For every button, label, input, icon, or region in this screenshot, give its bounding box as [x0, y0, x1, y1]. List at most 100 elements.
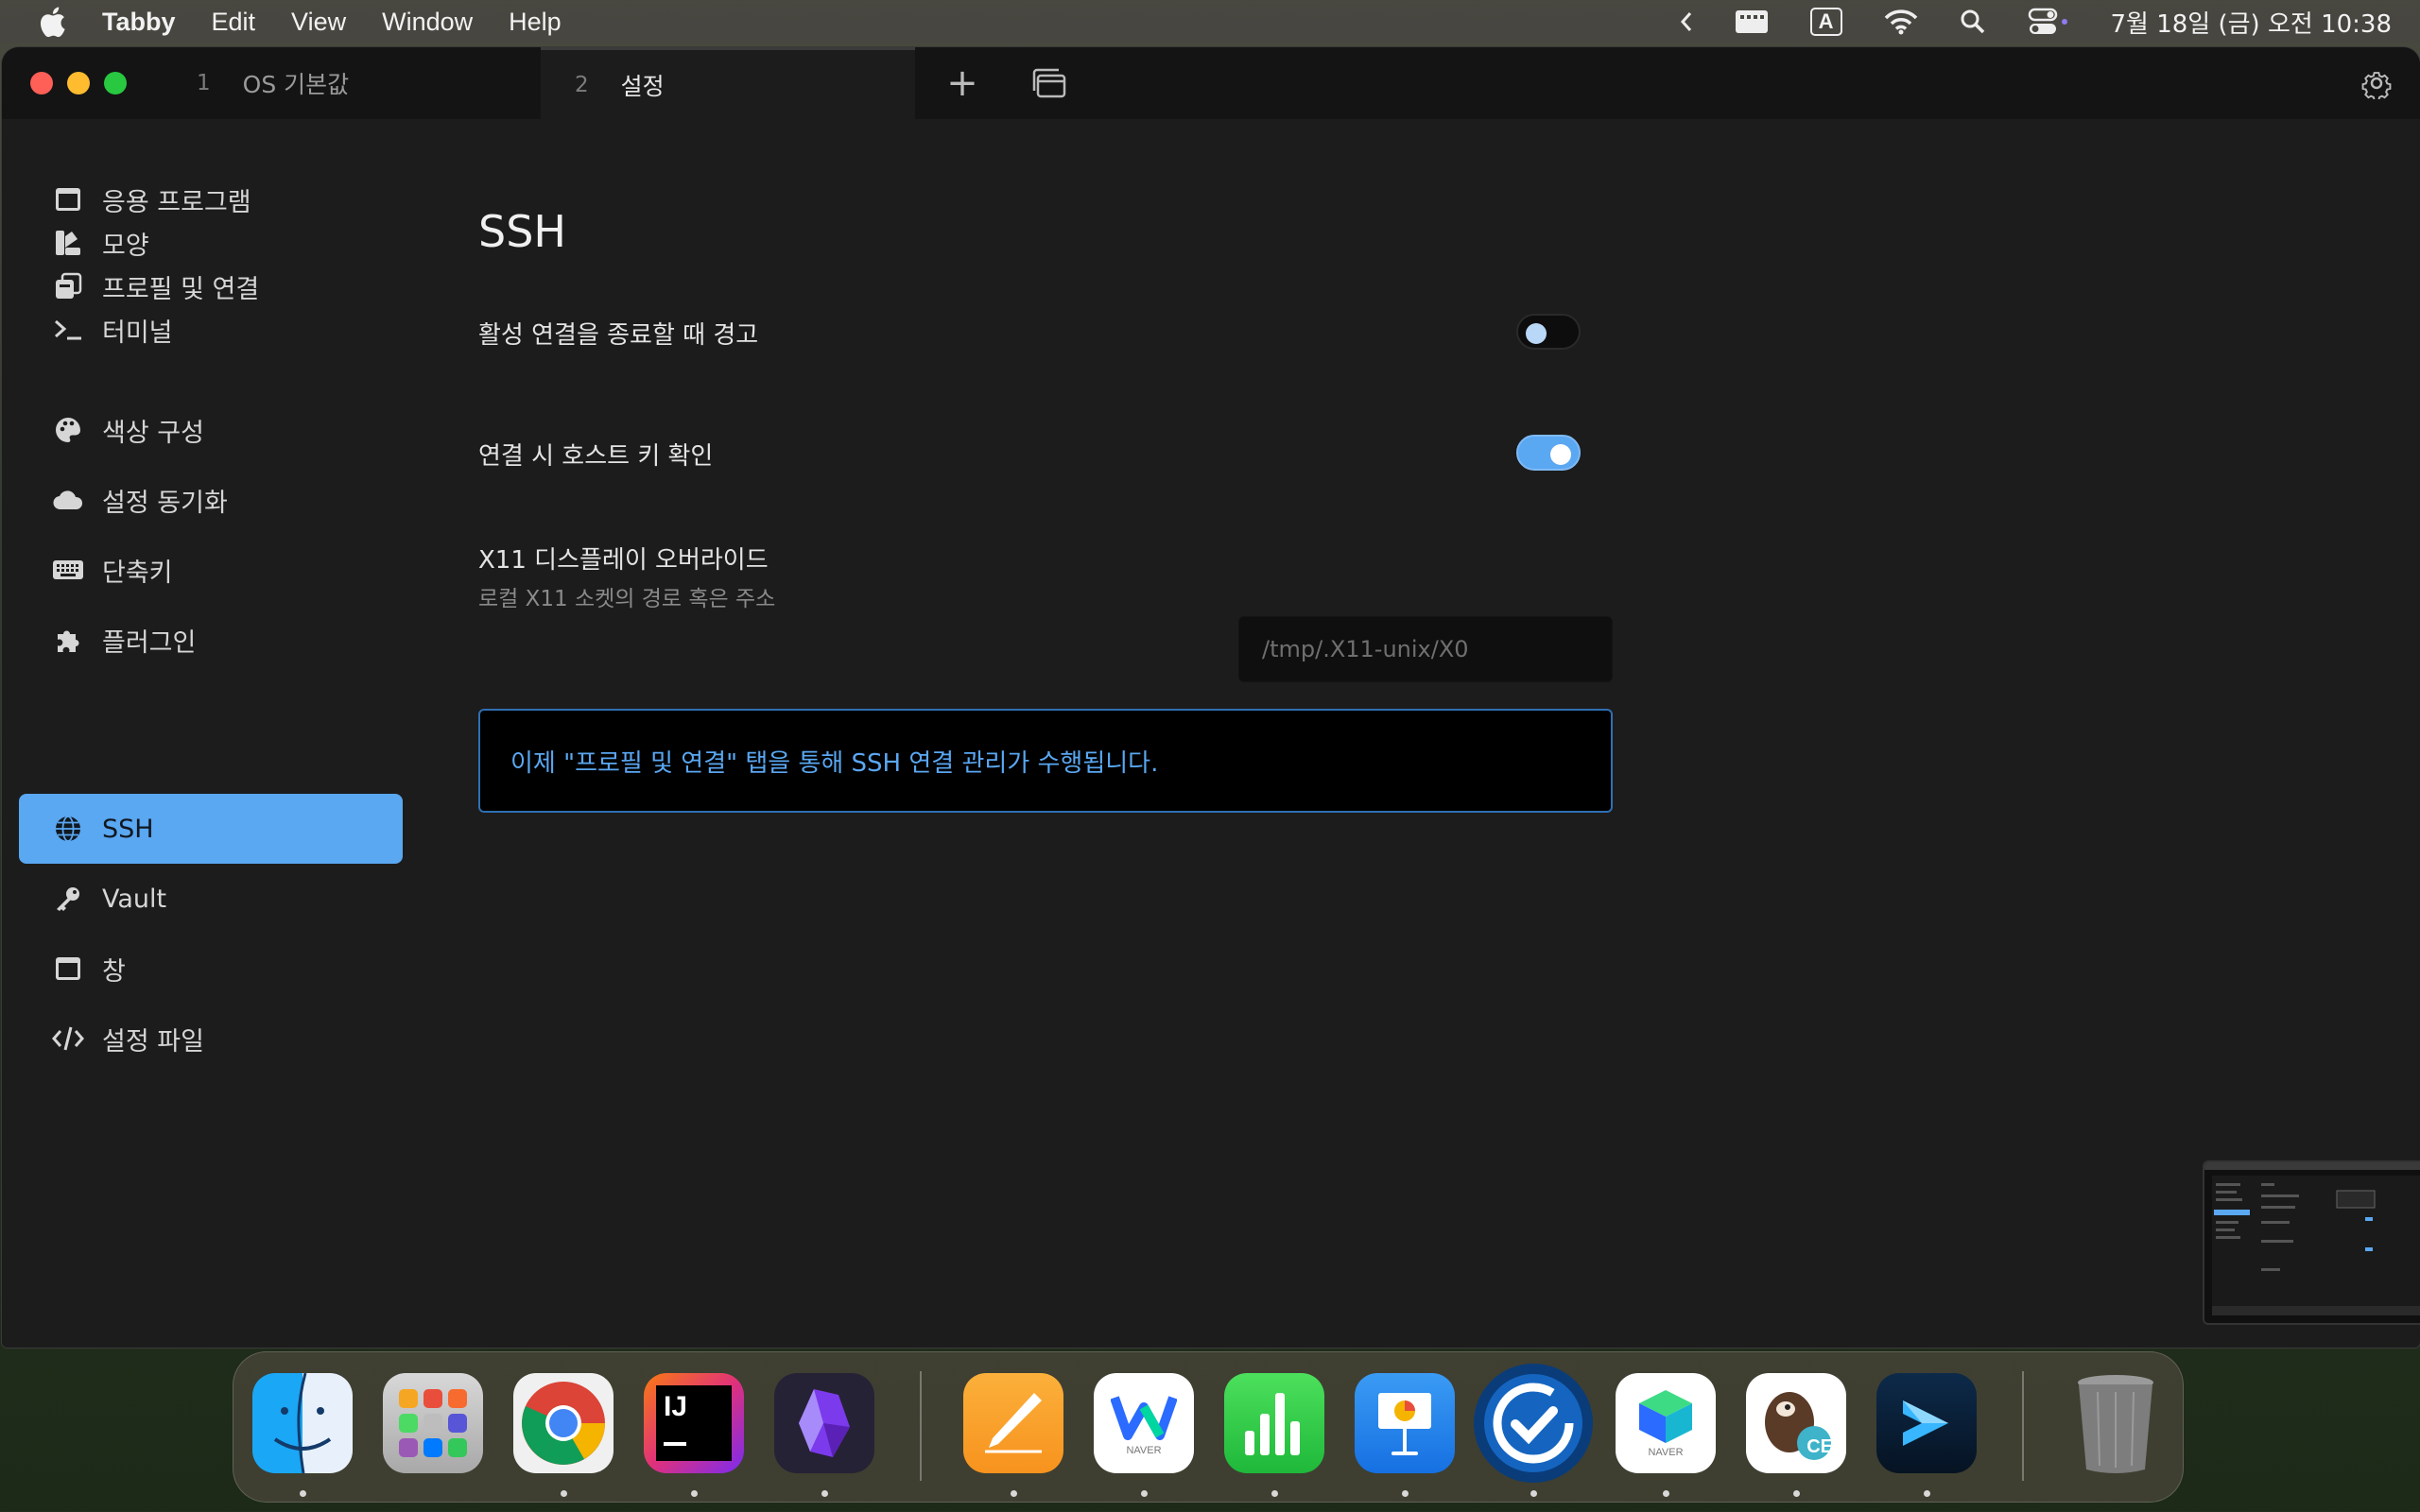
settings-button[interactable] [2348, 47, 2405, 119]
sidebar-item-terminal[interactable]: 터미널 [19, 295, 403, 365]
numbers-chart-icon [1245, 1393, 1300, 1455]
sidebar-item-config-file[interactable]: 설정 파일 [19, 1004, 403, 1074]
dock-finder[interactable] [252, 1373, 353, 1473]
dock-chrome[interactable] [513, 1373, 614, 1473]
tab-os-default[interactable]: 1 OS 기본값 [197, 47, 541, 119]
running-indicator [1011, 1490, 1017, 1497]
dock-naver-mybox[interactable]: NAVER [1616, 1373, 1716, 1473]
verify-host-keys-toggle[interactable] [1516, 435, 1581, 471]
globe-icon [51, 812, 85, 846]
running-indicator [691, 1490, 698, 1497]
running-indicator [1793, 1490, 1800, 1497]
dock-keynote[interactable] [1355, 1373, 1455, 1473]
sidebar-item-label: SSH [102, 814, 154, 844]
sidebar-item-hotkeys[interactable]: 단축키 [19, 535, 403, 605]
minimize-window-button[interactable] [67, 72, 90, 94]
sidebar-item-label: 터미널 [102, 318, 173, 348]
puzzle-icon [51, 623, 85, 657]
dock: IJ NAVER NAVER CE [233, 1351, 2184, 1503]
zoom-window-button[interactable] [104, 72, 127, 94]
chevron-left-icon[interactable] [1680, 10, 1693, 33]
menu-app-name[interactable]: Tabby [102, 8, 176, 37]
sidebar-item-ssh[interactable]: SSH [19, 794, 403, 864]
sidebar-item-color-scheme[interactable]: 색상 구성 [19, 395, 403, 465]
mybox-caption: NAVER [1648, 1447, 1684, 1458]
dock-dbeaver[interactable]: CE [1746, 1373, 1846, 1473]
sidebar-item-window[interactable]: 창 [19, 934, 403, 1004]
window-thumbnail[interactable] [2203, 1160, 2420, 1325]
windows-icon [1032, 68, 1066, 98]
dock-trash[interactable] [2066, 1373, 2166, 1473]
x11-display-input[interactable] [1238, 616, 1613, 682]
menu-clock[interactable]: 7월 18일 (금) 오전 10:38 [2111, 5, 2393, 40]
running-indicator [1663, 1490, 1669, 1497]
toggle-knob [1550, 444, 1571, 465]
running-indicator [1141, 1490, 1148, 1497]
tab-label: OS 기본값 [242, 71, 350, 98]
input-source-label: A [1809, 8, 1842, 36]
dock-tabby[interactable] [1876, 1373, 1977, 1473]
pages-pen-icon [985, 1393, 1042, 1453]
sidebar-item-label: 설정 파일 [102, 1026, 204, 1057]
input-source-icon[interactable]: A [1809, 8, 1842, 36]
sidebar-item-config-sync[interactable]: 설정 동기화 [19, 465, 403, 535]
dock-numbers[interactable] [1224, 1373, 1324, 1473]
dock-intellij[interactable]: IJ [644, 1373, 744, 1473]
wifi-icon[interactable] [1884, 9, 1918, 35]
palette-icon [51, 413, 85, 447]
finder-icon [273, 1373, 332, 1473]
sidebar-item-plugins[interactable]: 플러그인 [19, 605, 403, 675]
thumbnail-preview-image [2204, 1162, 2420, 1315]
plus-icon: + [946, 61, 978, 105]
control-center-icon[interactable] [2028, 8, 2069, 36]
trash-icon [2078, 1375, 2153, 1473]
menu-view[interactable]: View [291, 8, 346, 37]
toggle-knob [1526, 323, 1547, 344]
intellij-mark: IJ [664, 1391, 688, 1422]
menu-bar: Tabby Edit View Window Help A 7월 18일 (금)… [0, 0, 2420, 43]
close-window-button[interactable] [30, 72, 53, 94]
dock-obsidian[interactable] [774, 1373, 874, 1473]
dock-sync-app[interactable] [1474, 1364, 1593, 1483]
sidebar-item-label: Vault [102, 884, 167, 914]
profiles-menu-button[interactable] [1021, 47, 1078, 119]
gear-icon [2361, 72, 2392, 99]
menu-window[interactable]: Window [382, 8, 473, 37]
sidebar-item-label: 설정 동기화 [102, 488, 228, 518]
running-indicator [1924, 1490, 1930, 1497]
running-indicator [1402, 1490, 1409, 1497]
obsidian-icon [799, 1389, 850, 1457]
menu-edit[interactable]: Edit [212, 8, 256, 37]
key-icon [51, 882, 85, 916]
dock-launchpad[interactable] [383, 1373, 483, 1473]
tab-label: 설정 [620, 72, 665, 100]
intellij-icon: IJ [656, 1385, 732, 1461]
tab-number: 2 [575, 72, 589, 97]
page-title: SSH [478, 206, 566, 257]
tab-settings[interactable]: 2 설정 [541, 47, 915, 119]
menu-extra-icon[interactable] [1735, 9, 1769, 34]
apple-icon[interactable] [38, 6, 66, 38]
sidebar-item-label: 단축키 [102, 558, 173, 588]
dock-pages[interactable] [963, 1373, 1063, 1473]
intellij-underscore [664, 1442, 686, 1446]
mybox-cube-icon [1639, 1390, 1692, 1443]
x11-display-label: X11 디스플레이 오버라이드 [478, 546, 769, 575]
new-tab-button[interactable]: + [934, 47, 991, 119]
info-alert: 이제 "프로필 및 연결" 탭을 통해 SSH 연결 관리가 수행됩니다. [478, 709, 1613, 813]
sidebar-item-vault[interactable]: Vault [19, 864, 403, 934]
settings-sidebar: 응용 프로그램 모양 프로필 및 연결 터미널 색상 구성 설정 동기화 단축키 [2, 119, 418, 1348]
sidebar-item-label: 플러그인 [102, 627, 197, 658]
dbeaver-ce-badge: CE [1806, 1436, 1833, 1457]
running-indicator [561, 1490, 567, 1497]
menu-help[interactable]: Help [509, 8, 562, 37]
verify-host-keys-label: 연결 시 호스트 키 확인 [478, 442, 714, 471]
running-indicator [1271, 1490, 1278, 1497]
warn-on-close-toggle[interactable] [1516, 314, 1581, 350]
tab-number: 1 [197, 71, 211, 95]
running-indicator [300, 1490, 306, 1497]
keynote-podium-icon [1378, 1393, 1431, 1455]
search-icon[interactable] [1960, 9, 1986, 35]
launchpad-grid-icon [399, 1389, 467, 1457]
dock-naver-whale[interactable]: NAVER [1094, 1373, 1194, 1473]
